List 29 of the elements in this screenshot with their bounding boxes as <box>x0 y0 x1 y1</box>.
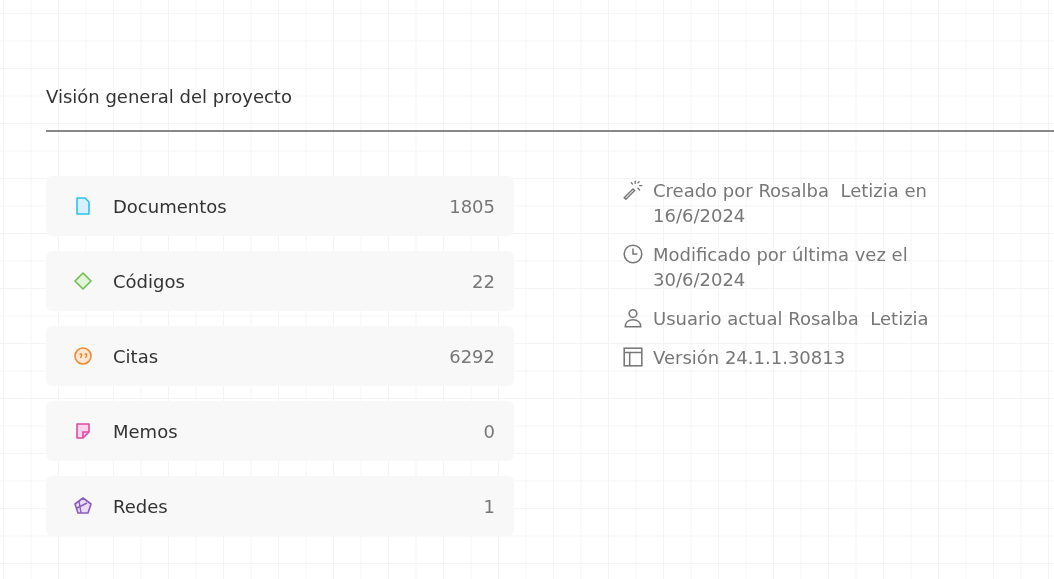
stat-label: Documentos <box>113 195 227 217</box>
stat-card[interactable]: Memos 0 <box>46 401 514 461</box>
stat-count: 0 <box>483 420 495 442</box>
page-title: Visión general del proyecto <box>46 85 292 109</box>
user-icon <box>622 307 644 329</box>
clock-icon <box>622 243 644 265</box>
magic-wand-icon <box>622 179 644 201</box>
stat-card[interactable]: Códigos 22 <box>46 251 514 311</box>
stat-count: 1805 <box>449 195 495 217</box>
stat-label: Citas <box>113 345 159 367</box>
network-icon <box>73 496 93 516</box>
quote-icon <box>73 346 93 366</box>
stat-count: 22 <box>472 270 495 292</box>
stat-label: Códigos <box>113 270 185 292</box>
info-text: Usuario actual Rosalba Letizia <box>653 307 929 331</box>
note-icon <box>73 421 93 441</box>
stat-card[interactable]: Redes 1 <box>46 476 514 536</box>
stat-count: 6292 <box>449 345 495 367</box>
info-text: Modificado por última vez el 30/6/2024 <box>653 243 909 292</box>
info-text: Versión 24.1.1.30813 <box>653 346 846 370</box>
info-text: Creado por Rosalba Letizia en 16/6/2024 <box>653 179 928 228</box>
document-icon <box>73 196 93 216</box>
stat-card[interactable]: Citas 6292 <box>46 326 514 386</box>
layout-icon <box>622 346 644 368</box>
diamond-icon <box>73 271 93 291</box>
stat-label: Redes <box>113 495 168 517</box>
stat-label: Memos <box>113 420 178 442</box>
stat-count: 1 <box>483 495 495 517</box>
stat-card[interactable]: Documentos 1805 <box>46 176 514 236</box>
